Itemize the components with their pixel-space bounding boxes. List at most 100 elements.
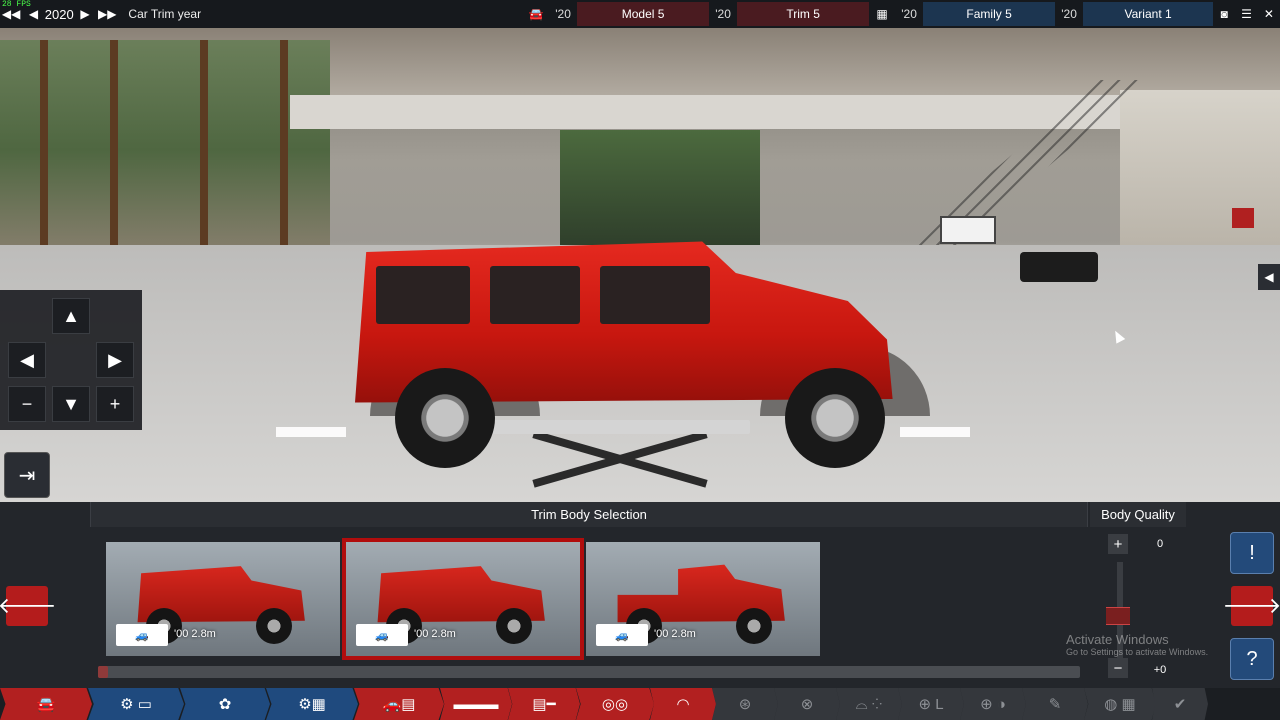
quality-plus-button[interactable]: +	[1108, 534, 1128, 554]
tires-tool[interactable]: ⊗	[774, 688, 840, 720]
top-bar: 28 FPS ◀◀ ◀ 2020 ▶ ▶▶ Car Trim year 🚘 '2…	[0, 0, 1280, 28]
back-button[interactable]: 🡐	[0, 586, 57, 626]
trim-year: '20	[715, 7, 731, 21]
engine-chassis-tool[interactable]: ⚙ ▭	[88, 688, 184, 720]
help-button[interactable]: ?	[1230, 638, 1274, 680]
trim-segment[interactable]: '20 Trim 5	[709, 0, 870, 28]
trim-body-tool[interactable]: 🚗▤	[354, 688, 444, 720]
model-name[interactable]: Model 5	[577, 2, 710, 26]
side-panel-toggle[interactable]: ◀	[1258, 264, 1280, 290]
right-arrow-icon: ▶	[80, 7, 90, 21]
watermark-line2: Go to Settings to activate Windows.	[1066, 647, 1209, 657]
body-option-tile[interactable]: 🚙 '00 2.8m	[586, 542, 820, 656]
double-left-arrow-icon: ◀◀	[1, 7, 21, 21]
testing-icon: ◍ ▦	[1104, 696, 1136, 713]
menu-icon: ☰	[1241, 7, 1252, 21]
trim-suspension-icon: ◠	[676, 696, 690, 713]
tuning-tool[interactable]: ✎	[1022, 688, 1088, 720]
trim-body-icon: 🚗▤	[382, 696, 416, 713]
model-segment[interactable]: 🚘 '20 Model 5	[523, 0, 710, 28]
wheel	[496, 608, 532, 644]
quality-minus-button[interactable]: −	[1108, 658, 1128, 678]
car-window	[490, 266, 580, 324]
drivetrain-icon: ⊕ ◑	[980, 696, 1006, 713]
wheels-icon: ⊛	[738, 696, 752, 713]
body-option-tile[interactable]: 🚙 '00 2.8m	[342, 538, 584, 660]
body-option-tile[interactable]: 🚙 '00 2.8m	[106, 542, 340, 656]
body-quality-title: Body Quality	[1090, 502, 1186, 527]
wheel	[395, 368, 495, 468]
floor-marking	[276, 427, 346, 437]
engine-block-tool[interactable]: ✿	[180, 688, 270, 720]
variant-segment[interactable]: '20 Variant 1	[1055, 0, 1214, 28]
trim-chassis-icon: ◎◎	[601, 696, 629, 713]
steering-icon: ⊕ L	[918, 696, 944, 713]
panel-title: Trim Body Selection	[90, 502, 1088, 527]
right-wall	[1120, 90, 1280, 250]
windows-watermark: Activate Windows Go to Settings to activ…	[1066, 632, 1208, 657]
trim-fixtures-tool[interactable]: ▤━	[508, 688, 580, 720]
body-list-scrollbar[interactable]	[98, 666, 1080, 678]
car-body-tool[interactable]: 🚘	[0, 688, 92, 720]
3d-viewport[interactable]	[0, 0, 1280, 502]
close-icon: ✕	[1263, 7, 1274, 21]
tires-icon: ⊗	[800, 696, 814, 713]
fps-counter: 28 FPS	[2, 0, 31, 9]
car-body-icon: 🚘	[36, 696, 56, 713]
trim-chassis-tool[interactable]: ◎◎	[576, 688, 654, 720]
camera-down-button[interactable]: ▼	[52, 386, 90, 422]
steering-tool[interactable]: ⊕ L	[898, 688, 964, 720]
menu-button[interactable]: ☰	[1235, 0, 1257, 28]
finish-icon: ✔	[1173, 696, 1187, 713]
trim-interior-tool[interactable]: ▬▬▬	[440, 688, 512, 720]
wheel	[256, 608, 292, 644]
testing-tool[interactable]: ◍ ▦	[1084, 688, 1156, 720]
car-model-icon: 🚘	[528, 7, 544, 21]
body-label: '00 2.8m	[414, 628, 456, 640]
camera-right-button[interactable]: ▶	[96, 342, 134, 378]
finish-tool[interactable]: ✔	[1152, 688, 1208, 720]
exit-view-button[interactable]: ⇥	[4, 452, 50, 498]
trim-body-panel: Trim Body Selection Body Quality 🡐 🚙 '00 …	[0, 502, 1280, 688]
wheels-tool[interactable]: ⊛	[712, 688, 778, 720]
engine-parts-tool[interactable]: ⚙▦	[266, 688, 358, 720]
aero-tool[interactable]: ⌓ ⁘	[836, 688, 902, 720]
zoom-in-button[interactable]: +	[96, 386, 134, 422]
family-segment[interactable]: ▦ '20 Family 5	[869, 0, 1056, 28]
exclamation-icon: !	[1249, 541, 1255, 564]
trim-suspension-tool[interactable]: ◠	[650, 688, 716, 720]
zoom-out-button[interactable]: −	[8, 386, 46, 422]
suv-icon: 🚙	[356, 624, 408, 646]
info-button[interactable]: !	[1230, 532, 1274, 574]
wall-sign	[1232, 208, 1254, 228]
trim-name[interactable]: Trim 5	[737, 2, 870, 26]
camera-left-button[interactable]: ◀	[8, 342, 46, 378]
engine-block-icon: ✿	[218, 696, 232, 713]
car-model[interactable]	[350, 228, 940, 473]
drivetrain-tool[interactable]: ⊕ ◑	[960, 688, 1026, 720]
screenshot-button[interactable]: ◙	[1213, 0, 1235, 28]
body-label: '00 2.8m	[174, 628, 216, 640]
last-year-button[interactable]: ▶▶	[96, 0, 118, 28]
double-right-arrow-icon: ▶▶	[98, 7, 117, 21]
next-year-button[interactable]: ▶	[74, 0, 96, 28]
wheel	[736, 608, 772, 644]
trim-fixtures-icon: ▤━	[532, 696, 556, 713]
mezzanine	[290, 95, 1130, 129]
year-label: Car Trim year	[128, 7, 202, 21]
family-name[interactable]: Family 5	[923, 2, 1056, 26]
engine-chassis-icon: ⚙ ▭	[120, 696, 152, 713]
engine-family-icon: ▦	[876, 7, 888, 21]
aero-icon: ⌓ ⁘	[855, 695, 883, 713]
close-button[interactable]: ✕	[1258, 0, 1280, 28]
next-button[interactable]: 🡒	[1223, 586, 1280, 626]
year-display[interactable]: 2020	[45, 0, 74, 28]
variant-name[interactable]: Variant 1	[1083, 2, 1214, 26]
camera-up-button[interactable]: ▲	[52, 298, 90, 334]
body-label: '00 2.8m	[654, 628, 696, 640]
family-year: '20	[901, 7, 917, 21]
car-window	[376, 266, 470, 324]
quality-slider-handle[interactable]	[1106, 607, 1130, 625]
pickup-icon: 🚙	[596, 624, 648, 646]
suv-icon: 🚙	[116, 624, 168, 646]
